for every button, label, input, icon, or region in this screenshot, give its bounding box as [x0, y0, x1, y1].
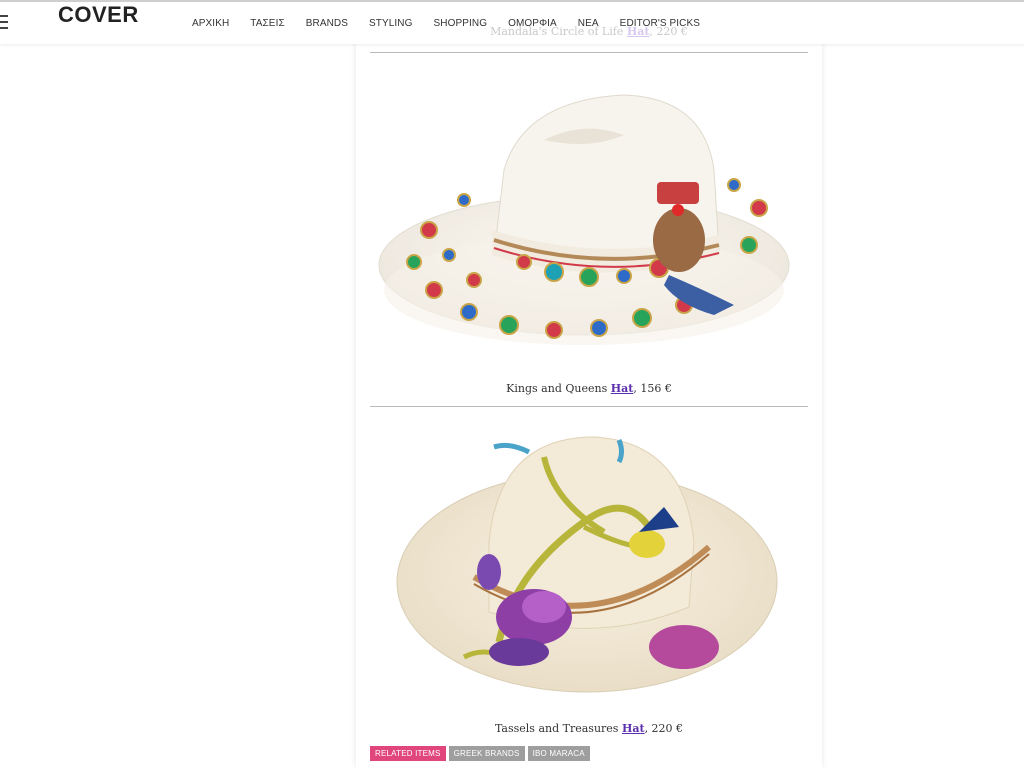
tag-list: RELATED ITEMS GREEK BRANDS IBO MARACA [370, 746, 593, 761]
divider [370, 52, 808, 53]
item-caption-kings-and-queens: Kings and Queens Hat, 156 € [506, 382, 672, 395]
item-caption-tassels-and-treasures: Tassels and Treasures Hat, 220 € [494, 722, 684, 735]
nav-item-trends[interactable]: ΤΑΣΕΙΣ [250, 18, 284, 29]
hat-link[interactable]: Hat [622, 722, 645, 735]
tag-greek-brands[interactable]: GREEK BRANDS [448, 746, 525, 761]
article-column: Kings and Queens Hat, 156 € Tassels and … [356, 0, 822, 768]
site-logo[interactable]: COVER [58, 2, 139, 28]
tassels-and-treasures-hat-image[interactable] [394, 432, 784, 702]
nav-item-brands[interactable]: BRANDS [306, 18, 348, 29]
nav-item-home[interactable]: ΑΡΧΙΚΗ [192, 18, 229, 29]
kings-and-queens-hat-image[interactable] [374, 90, 804, 370]
tag-ibo-maraca[interactable]: IBO MARACA [527, 746, 590, 761]
hat-link[interactable]: Hat [627, 25, 650, 38]
item-caption-mandala: Mandala's Circle of Life Hat, 220 € [490, 25, 688, 38]
tag-related-items[interactable]: RELATED ITEMS [370, 746, 446, 761]
divider [370, 406, 808, 407]
menu-icon[interactable] [0, 15, 8, 29]
hat-link[interactable]: Hat [611, 382, 634, 395]
